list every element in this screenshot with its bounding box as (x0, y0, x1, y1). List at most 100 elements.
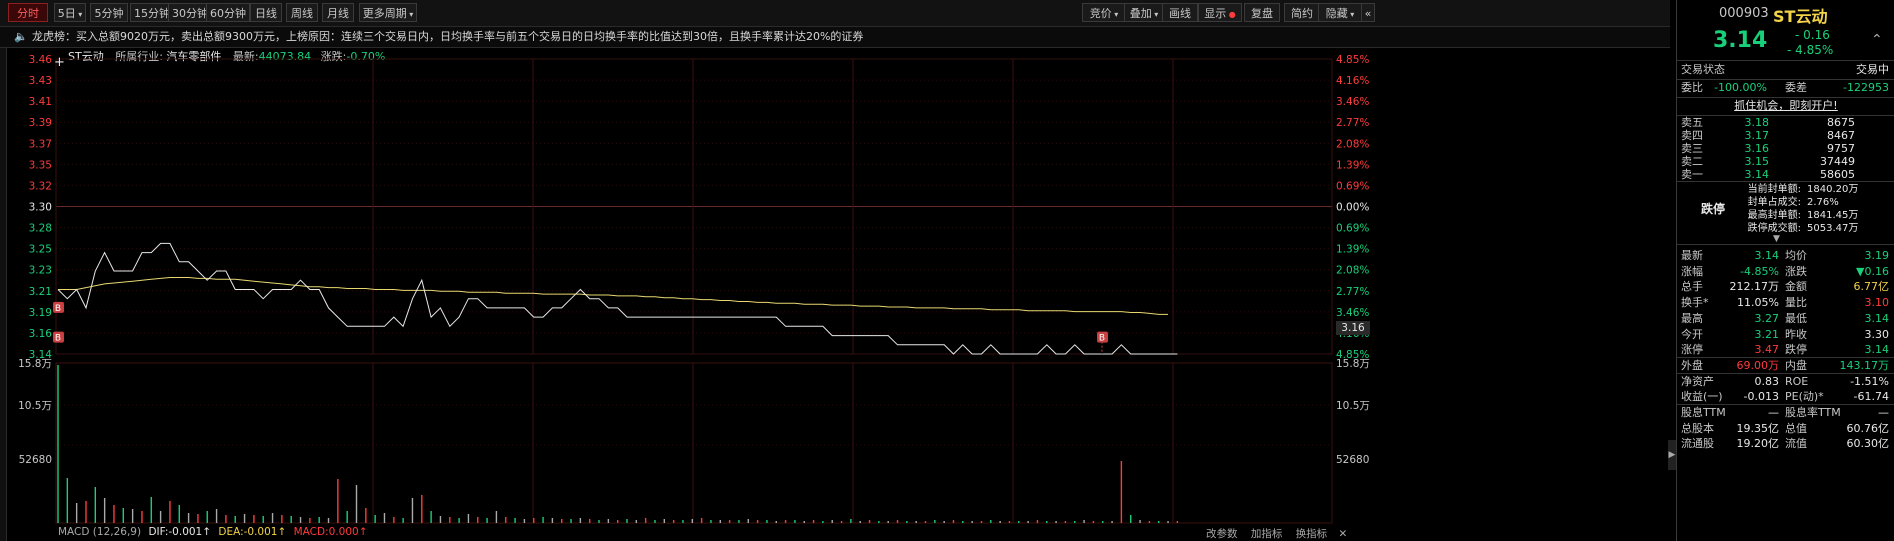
chevron-down-icon: ▾ (1111, 10, 1119, 19)
stat-value: 3.14 (1864, 311, 1890, 325)
red-dot-icon: ● (1226, 10, 1236, 19)
display-button[interactable]: 显示 ● (1198, 3, 1242, 22)
auction-button[interactable]: 竞价 ▾ (1082, 3, 1126, 22)
add-indicator-button[interactable]: 加指标 (1251, 528, 1283, 540)
limit-stat-label: 最高封单额: (1747, 210, 1801, 221)
stat-label: PE(动)* (1785, 390, 1824, 404)
stat-row: 净资产 0.83 ROE -1.51% (1677, 374, 1894, 389)
expand-icon[interactable]: ⌃ (1871, 32, 1883, 48)
edit-params-button[interactable]: 改参数 (1206, 528, 1238, 540)
trade-markers: BB B (53, 301, 1108, 354)
stat-value: 6.77亿 (1853, 280, 1890, 294)
tab-5day-label: 5日 (57, 7, 76, 20)
stat-label: 净资产 (1681, 374, 1714, 388)
percent-tick-label: 1.39% (1336, 244, 1369, 256)
ask-level-label: 卖五 (1681, 116, 1703, 129)
stat-value: 143.17万 (1839, 358, 1890, 372)
tab-intraday[interactable]: 分时 (8, 3, 48, 22)
percent-tick-label: 4.16% (1336, 75, 1369, 87)
promo-link[interactable]: 抓住机会，即刻开户! (1734, 99, 1837, 112)
ask-level-row[interactable]: 卖二 3.15 37449 (1677, 155, 1894, 168)
panel-collapse-handle[interactable]: ▶ (1668, 440, 1676, 470)
dragon-tiger-notice: 🔈 龙虎榜：买入总额9020万元，卖出总额9300万元，上榜原因：连续三个交易日… (0, 27, 1670, 48)
price-tick-label: 3.43 (29, 75, 52, 87)
stat-value: 3.10 (1864, 296, 1890, 310)
collapse-arrows-icon[interactable]: « (1361, 3, 1375, 22)
draw-line-button[interactable]: 画线 (1162, 3, 1198, 22)
tab-daily[interactable]: 日线 (250, 3, 282, 22)
weicha-value: -122953 (1843, 81, 1889, 94)
percent-tick-label: 4.85% (1336, 54, 1369, 66)
volume-tick-label: 10.5万 (18, 400, 52, 412)
tab-more-periods[interactable]: 更多周期 ▾ (359, 3, 417, 22)
ask-volume: 8675 (1827, 116, 1855, 129)
chevron-down-icon[interactable]: ▼ (1773, 234, 1780, 244)
quote-panel: 000903 ST云动 3.14 - 0.16 - 4.85% ⌃ 交易状态 交… (1676, 0, 1894, 541)
tab-5day[interactable]: 5日 ▾ (54, 3, 86, 22)
ask-volume: 9757 (1827, 142, 1855, 155)
stat-value: 0.83 (1754, 374, 1780, 388)
ask-price: 3.15 (1744, 155, 1770, 168)
price-tick-label: 3.39 (29, 117, 52, 129)
tab-weekly[interactable]: 周线 (286, 3, 318, 22)
volume-bars (57, 365, 1179, 523)
ask-level-row[interactable]: 卖一 3.14 58605 (1677, 168, 1894, 181)
current-price: 3.14 (1713, 28, 1768, 53)
simple-mode-button[interactable]: 简约 (1284, 3, 1320, 22)
limit-stat-row: 跌停成交额: 5053.47万 (1677, 222, 1894, 235)
tab-5min[interactable]: 5分钟 (90, 3, 128, 22)
stat-row: 今开 3.21 昨收 3.30 (1677, 327, 1894, 342)
volume-frame (55, 362, 1333, 524)
stat-value: -4.85% (1740, 264, 1779, 278)
chart-lines (57, 242, 1178, 355)
stat-label: 最高 (1681, 311, 1703, 325)
macd-indicator-line: MACD (12,26,9) DIF:-0.001↑ DEA:-0.001↑ M… (58, 526, 368, 538)
macd-title: MACD (12,26,9) (58, 526, 142, 538)
limit-stat-value: 5053.47万 (1807, 223, 1859, 234)
notice-text: 龙虎榜：买入总额9020万元，卖出总额9300万元，上榜原因：连续三个交易日内，… (32, 30, 864, 43)
weibi-row: 委比 -100.00% 委差 -122953 (1677, 80, 1894, 96)
stat-label: ROE (1785, 374, 1809, 388)
price-tick-label: 3.37 (29, 138, 52, 150)
chart-grid (55, 58, 1333, 524)
limit-stat-label: 当前封单额: (1747, 184, 1801, 195)
average-price-line (58, 277, 1168, 315)
price-line (57, 242, 1178, 355)
ask-volume: 37449 (1820, 155, 1855, 168)
stock-code: 000903 (1719, 6, 1769, 21)
replay-button[interactable]: 复盘 (1244, 3, 1280, 22)
overlay-button[interactable]: 叠加 ▾ (1124, 3, 1164, 22)
ask-level-row[interactable]: 卖三 3.16 9757 (1677, 142, 1894, 155)
limit-stat-value: 1840.20万 (1807, 184, 1859, 195)
volume-tick-label: 15.8万 (1336, 358, 1370, 370)
close-indicator-icon[interactable]: ✕ (1339, 528, 1348, 540)
stat-value: 60.30亿 (1846, 437, 1890, 451)
stat-row: 流通股 19.20亿 流值 60.30亿 (1677, 436, 1894, 451)
stat-label: 量比 (1785, 296, 1807, 310)
tab-monthly[interactable]: 月线 (322, 3, 354, 22)
buy-marker: B (53, 331, 64, 344)
stat-label: 最低 (1785, 311, 1807, 325)
stat-value: 3.19 (1864, 249, 1890, 262)
intraday-chart[interactable]: 3.46 3.43 3.41 3.39 3.37 3.35 3.32 3.30 3.28 3.25… (0, 47, 1670, 541)
stat-value: 3.14 (1864, 343, 1890, 357)
ask-level-row[interactable]: 卖四 3.17 8467 (1677, 129, 1894, 142)
price-tick-label: 3.19 (29, 307, 52, 319)
percent-tick-label: 3.46% (1336, 96, 1369, 108)
swap-indicator-button[interactable]: 换指标 (1296, 528, 1328, 540)
price-tick-label: 3.46 (29, 54, 53, 66)
limit-stat-row: 封单占成交: 2.76% (1677, 196, 1894, 209)
limit-stat-value: 1841.45万 (1807, 210, 1859, 221)
ask-level-row[interactable]: 卖五 3.18 8675 (1677, 116, 1894, 129)
more-periods-label: 更多周期 (362, 7, 407, 20)
auction-label: 竞价 (1089, 7, 1112, 20)
percent-tick-label: 3.46% (1336, 307, 1369, 319)
percent-axis-right: 4.85% 4.16% 3.46% 2.77% 2.08% 1.39% 0.69% 0.00%… (1336, 54, 1369, 361)
speaker-icon: 🔈 (14, 30, 28, 43)
hide-button[interactable]: 隐藏 ▾ (1318, 3, 1362, 22)
percent-tick-label: 2.77% (1336, 117, 1369, 129)
stat-label: 最新 (1681, 249, 1703, 262)
promo-row[interactable]: 抓住机会，即刻开户! (1677, 98, 1894, 114)
percent-tick-label: 2.08% (1336, 265, 1369, 277)
tab-60min[interactable]: 60分钟 (206, 3, 250, 22)
